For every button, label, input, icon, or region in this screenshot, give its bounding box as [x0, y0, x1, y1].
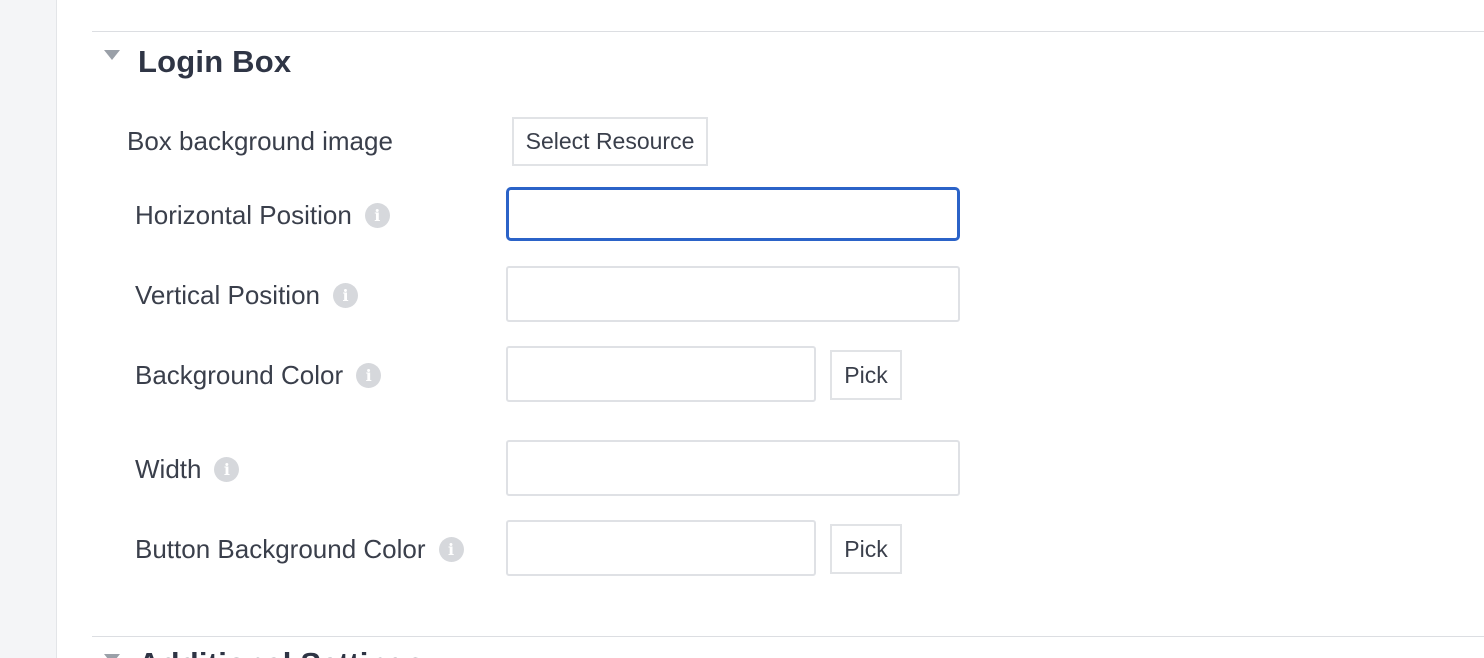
background-color-label-text: Background Color	[135, 359, 344, 390]
horizontal-position-label-text: Horizontal Position	[135, 199, 352, 230]
left-rail	[0, 0, 57, 658]
select-resource-button[interactable]: Select Resource	[512, 117, 708, 166]
info-icon[interactable]: i	[364, 202, 390, 228]
vertical-position-input[interactable]	[506, 266, 960, 322]
info-icon[interactable]: i	[438, 536, 464, 562]
width-label-text: Width	[135, 453, 202, 484]
horizontal-position-label: Horizontal Position i	[135, 196, 390, 234]
login-box-section-toggle[interactable]: Login Box	[104, 40, 291, 84]
box-background-image-label: Box background image	[127, 122, 393, 160]
background-color-label: Background Color i	[135, 356, 382, 394]
vertical-position-label: Vertical Position i	[135, 276, 358, 314]
button-background-color-label: Button Background Color i	[135, 530, 464, 568]
next-section-title: Additional Settings	[138, 648, 424, 658]
button-background-color-pick-button[interactable]: Pick	[830, 524, 902, 574]
background-color-pick-button[interactable]: Pick	[830, 350, 902, 400]
info-icon[interactable]: i	[214, 456, 240, 482]
box-background-image-label-text: Box background image	[127, 125, 393, 156]
width-label: Width i	[135, 450, 240, 488]
button-background-color-label-text: Button Background Color	[135, 533, 426, 564]
width-input[interactable]	[506, 440, 960, 496]
background-color-input[interactable]	[506, 346, 816, 402]
info-icon[interactable]: i	[356, 362, 382, 388]
info-icon[interactable]: i	[332, 282, 358, 308]
horizontal-position-input[interactable]	[506, 187, 960, 241]
caret-down-icon	[104, 654, 120, 658]
additional-settings-section-toggle[interactable]: Additional Settings	[104, 642, 424, 658]
vertical-position-label-text: Vertical Position	[135, 279, 320, 310]
section-title: Login Box	[138, 44, 292, 79]
section-divider-top	[92, 31, 1484, 32]
section-divider-bottom	[92, 636, 1484, 637]
caret-down-icon	[104, 50, 120, 60]
button-background-color-input[interactable]	[506, 520, 816, 576]
